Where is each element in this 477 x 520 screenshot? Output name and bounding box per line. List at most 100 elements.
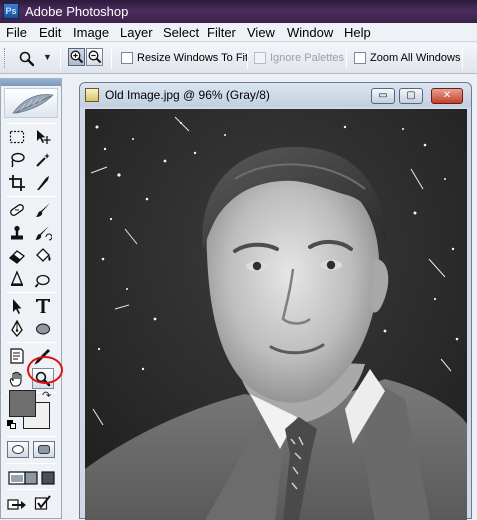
options-separator <box>247 48 248 69</box>
menu-bar: File Edit Image Layer Select Filter View… <box>0 23 477 42</box>
healing-brush-tool[interactable] <box>6 199 28 220</box>
options-separator <box>346 48 347 69</box>
pen-tool[interactable] <box>6 318 28 339</box>
resize-windows-to-fit-label: Resize Windows To Fit <box>137 52 249 64</box>
checkbox-box[interactable] <box>121 52 133 64</box>
magic-wand-icon <box>36 152 50 167</box>
toolbox-divider <box>6 123 56 124</box>
menu-help[interactable]: Help <box>344 24 371 41</box>
zoom-out-icon <box>88 50 102 64</box>
hand-tool[interactable] <box>6 368 28 389</box>
blur-tool[interactable] <box>6 268 28 289</box>
toolbox-header[interactable] <box>1 78 61 86</box>
ellipse-shape-icon <box>36 323 50 334</box>
swap-colors-icon[interactable]: ↷ <box>42 389 51 402</box>
blur-icon <box>11 269 23 286</box>
path-selection-icon <box>13 298 22 314</box>
checkmark-icon <box>34 494 51 510</box>
brush-tool[interactable] <box>32 199 54 220</box>
image-canvas[interactable] <box>85 109 467 520</box>
jump-to-icon <box>7 498 26 510</box>
options-separator <box>462 48 463 69</box>
clone-stamp-icon <box>11 225 23 239</box>
eraser-tool[interactable] <box>6 245 28 266</box>
clone-stamp-tool[interactable] <box>6 222 28 243</box>
zoom-in-icon <box>70 50 84 64</box>
slice-icon <box>37 175 49 190</box>
dodge-icon <box>34 274 50 288</box>
feather-icon <box>12 94 54 114</box>
history-brush-tool[interactable] <box>32 222 54 243</box>
options-bar: ▼ Resize Windows To Fit Ignore Palettes … <box>0 43 477 74</box>
crop-icon <box>9 174 25 191</box>
screen-mode-menu[interactable] <box>23 467 39 488</box>
move-tool[interactable] <box>32 126 54 147</box>
standard-mode-button[interactable] <box>7 441 29 458</box>
tool-preset-picker[interactable]: ▼ <box>16 49 56 69</box>
app-title: Adobe Photoshop <box>25 4 129 19</box>
jump-to-imageready-button[interactable] <box>6 492 28 513</box>
checkbox-box[interactable] <box>354 52 366 64</box>
menu-view[interactable]: View <box>247 24 275 41</box>
toolbox-divider <box>6 196 56 197</box>
hand-icon <box>9 371 22 387</box>
menu-layer[interactable]: Layer <box>120 24 153 41</box>
history-brush-icon <box>35 225 52 240</box>
menu-select[interactable]: Select <box>163 24 199 41</box>
checkbox-box[interactable] <box>254 52 266 64</box>
screen-mode-full-icon <box>41 470 55 485</box>
menu-image[interactable]: Image <box>73 24 109 41</box>
type-tool[interactable] <box>32 295 54 316</box>
document-window: Old Image.jpg @ 96% (Gray/8) ▭ ▢ ✕ <box>79 82 472 520</box>
slice-tool[interactable] <box>32 172 54 193</box>
toolbox-divider <box>6 489 56 490</box>
marquee-icon <box>9 130 25 143</box>
shape-tool[interactable] <box>32 318 54 339</box>
zoom-out-button[interactable] <box>86 48 103 66</box>
options-separator <box>60 48 61 69</box>
magnifier-icon <box>19 51 35 67</box>
zoom-in-button[interactable] <box>68 48 85 66</box>
type-icon <box>36 298 50 313</box>
lasso-tool[interactable] <box>6 149 28 170</box>
menu-window[interactable]: Window <box>287 24 333 41</box>
zoom-tool-highlight-ring <box>27 356 63 384</box>
quick-mask-mode-button[interactable] <box>33 441 55 458</box>
toolbox-divider <box>6 463 56 464</box>
notes-tool[interactable] <box>6 345 28 366</box>
marquee-tool[interactable] <box>6 126 28 147</box>
app-title-bar: Ps Adobe Photoshop <box>0 0 477 23</box>
foreground-color-swatch[interactable] <box>9 390 36 417</box>
feather-logo[interactable] <box>4 88 58 118</box>
ignore-palettes-label: Ignore Palettes <box>270 52 344 64</box>
paint-bucket-tool[interactable] <box>32 245 54 266</box>
eraser-icon <box>8 249 26 264</box>
screen-mode-menubar-icon <box>24 470 38 485</box>
menu-file[interactable]: File <box>6 24 27 41</box>
menu-edit[interactable]: Edit <box>39 24 61 41</box>
document-title-bar[interactable]: Old Image.jpg @ 96% (Gray/8) ▭ ▢ ✕ <box>80 83 471 107</box>
screen-mode-full[interactable] <box>39 467 57 488</box>
lasso-icon <box>11 152 25 167</box>
chevron-down-icon: ▼ <box>43 52 52 62</box>
magic-wand-tool[interactable] <box>32 149 54 170</box>
minimize-button[interactable]: ▭ <box>371 88 395 104</box>
toolbox-divider <box>6 292 56 293</box>
maximize-button[interactable]: ▢ <box>399 88 423 104</box>
default-colors-icon[interactable] <box>7 420 16 429</box>
crop-tool[interactable] <box>6 172 28 193</box>
options-bar-grip[interactable] <box>4 48 7 68</box>
healing-brush-icon <box>10 203 24 216</box>
menu-filter[interactable]: Filter <box>207 24 236 41</box>
move-icon <box>37 129 51 144</box>
dodge-tool[interactable] <box>32 268 54 289</box>
toolbox-divider <box>6 436 56 437</box>
paint-bucket-icon <box>36 247 51 262</box>
pen-icon <box>11 319 23 337</box>
toolbox-panel: ↷ <box>0 78 62 519</box>
path-selection-tool[interactable] <box>6 295 28 316</box>
close-button[interactable]: ✕ <box>431 88 463 104</box>
checkmark-tool[interactable] <box>32 492 54 513</box>
toolbox-divider <box>6 342 56 343</box>
notes-icon <box>10 347 24 364</box>
